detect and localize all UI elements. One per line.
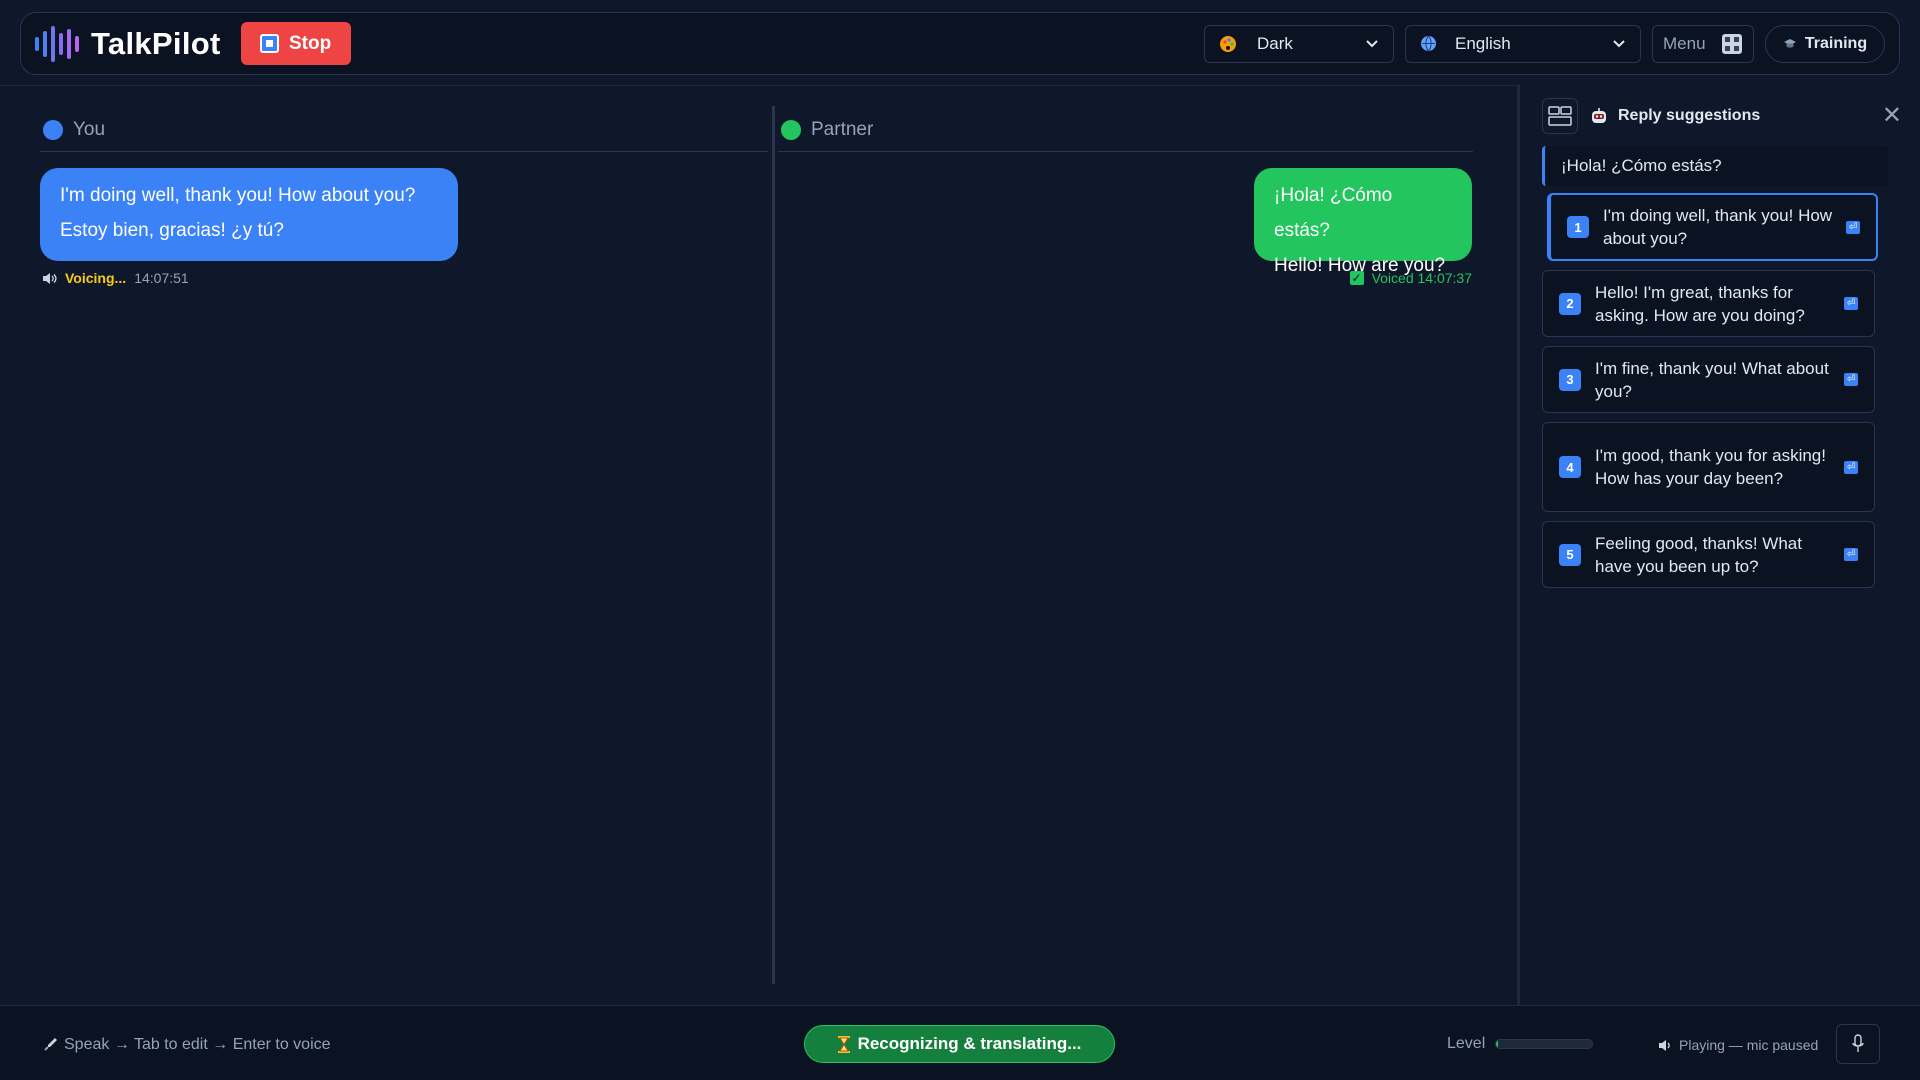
message-timestamp: 14:07:51 — [134, 270, 189, 286]
stop-icon — [259, 34, 279, 53]
keyboard-hint: Speak → Tab to edit → Enter to voice — [44, 1036, 331, 1054]
microphone-icon — [44, 1038, 57, 1051]
globe-icon — [1421, 35, 1436, 52]
suggestion-item[interactable]: 4 I'm good, thank you for asking! How ha… — [1542, 422, 1875, 512]
microphone-icon — [1852, 1034, 1864, 1052]
suggestion-item[interactable]: 5 Feeling good, thanks! What have you be… — [1542, 521, 1875, 588]
return-icon[interactable]: ⏎ — [1844, 373, 1858, 386]
palette-icon — [1220, 35, 1236, 52]
playback-status-text: Playing — mic paused — [1679, 1037, 1819, 1053]
suggestion-number: 2 — [1559, 292, 1581, 315]
suggestion-text: Feeling good, thanks! What have you been… — [1595, 533, 1802, 576]
reply-suggestions-panel: Reply suggestions ✕ ¡Hola! ¿Cómo estás? … — [1517, 85, 1920, 1005]
you-message-meta: Voicing... 14:07:51 — [42, 270, 189, 286]
partner-label: Partner — [811, 118, 874, 140]
recognition-status: Recognizing & translating... — [804, 1025, 1115, 1063]
language-value: English — [1455, 33, 1511, 53]
suggestion-number: 3 — [1559, 368, 1581, 391]
return-icon[interactable]: ⏎ — [1844, 548, 1858, 561]
mic-toggle-button[interactable] — [1836, 1024, 1880, 1064]
theme-select[interactable]: Dark — [1204, 24, 1394, 63]
menu-label: Menu — [1663, 33, 1706, 53]
partner-message-original: ¡Hola! ¿Cómo estás? — [1274, 185, 1393, 241]
suggestion-text: I'm good, thank you for asking! How has … — [1595, 446, 1826, 488]
voiced-status: Voiced 14:07:37 — [1371, 270, 1472, 286]
suggestion-text: I'm doing well, thank you! How about you… — [1603, 206, 1833, 248]
partner-pane-header: Partner — [778, 108, 1473, 152]
layout-toggle-button[interactable] — [1542, 98, 1578, 134]
return-icon[interactable]: ⏎ — [1846, 220, 1860, 234]
partner-message-meta: ✓ Voiced 14:07:37 — [1349, 270, 1472, 286]
robot-icon — [1592, 108, 1606, 123]
return-icon[interactable]: ⏎ — [1844, 460, 1858, 474]
level-label: Level — [1447, 1035, 1486, 1052]
suggestion-text: Hello! I'm great, thanks for asking. How… — [1595, 282, 1805, 325]
menu-button[interactable]: Menu — [1652, 24, 1754, 63]
check-icon: ✓ — [1349, 271, 1364, 285]
hourglass-icon — [837, 1035, 850, 1053]
panel-header: Reply suggestions ✕ — [1542, 98, 1902, 134]
graduation-cap-icon — [1783, 38, 1796, 48]
close-icon[interactable]: ✕ — [1882, 104, 1902, 128]
partner-message-bubble[interactable]: ¡Hola! ¿Cómo estás? Hello! How are you? — [1254, 168, 1472, 276]
layout-icon — [1548, 106, 1572, 126]
header-divider — [0, 85, 1517, 86]
stop-button[interactable]: Stop — [240, 22, 351, 65]
suggestion-item[interactable]: 1 I'm doing well, thank you! How about y… — [1547, 193, 1878, 261]
you-label: You — [73, 118, 106, 140]
stop-label: Stop — [288, 32, 332, 54]
status-bar: Speak → Tab to edit → Enter to voice Rec… — [0, 1005, 1920, 1080]
suggestion-number: 5 — [1559, 543, 1581, 566]
you-message-original: Estoy bien, gracias! ¿y tú? — [60, 220, 284, 241]
playback-status: Playing — mic paused — [1658, 1037, 1818, 1053]
level-bar — [1495, 1039, 1594, 1049]
chevron-down-icon — [1613, 39, 1625, 47]
suggestion-number: 1 — [1567, 216, 1589, 238]
chevron-down-icon — [1366, 39, 1378, 47]
suggestion-number: 4 — [1559, 456, 1581, 478]
return-icon[interactable]: ⏎ — [1844, 297, 1858, 310]
language-select[interactable]: English — [1405, 24, 1641, 63]
speaker-icon — [1659, 1039, 1670, 1051]
recognition-status-text: Recognizing & translating... — [857, 1034, 1082, 1053]
you-message-translation: I'm doing well, thank you! How about you… — [60, 185, 416, 206]
level-fill — [1496, 1040, 1499, 1048]
speaker-icon — [43, 272, 57, 284]
theme-value: Dark — [1257, 33, 1293, 53]
suggestion-text: I'm fine, thank you! What about you? — [1595, 358, 1829, 401]
partner-status-dot — [781, 119, 801, 140]
suggestion-item[interactable]: 2 Hello! I'm great, thanks for asking. H… — [1542, 270, 1875, 337]
voicing-status: Voicing... — [65, 270, 127, 286]
you-message-bubble[interactable]: I'm doing well, thank you! How about you… — [40, 168, 458, 261]
waveform-icon — [35, 24, 79, 64]
app-logo: TalkPilot — [35, 24, 221, 64]
grid-icon — [1722, 33, 1742, 54]
app-name: TalkPilot — [91, 25, 221, 61]
you-pane-header: You — [40, 108, 768, 152]
you-status-dot — [43, 119, 63, 140]
hint-text: Speak → Tab to edit → Enter to voice — [64, 1036, 331, 1053]
pane-divider — [772, 106, 775, 984]
suggestion-item[interactable]: 3 I'm fine, thank you! What about you? ⏎ — [1542, 346, 1875, 413]
suggestion-source-text: ¡Hola! ¿Cómo estás? — [1542, 146, 1888, 186]
top-bar: TalkPilot Stop Dark English Menu Trainin… — [20, 12, 1900, 75]
training-button[interactable]: Training — [1765, 24, 1885, 63]
audio-level-meter: Level — [1447, 1035, 1594, 1053]
panel-title: Reply suggestions — [1618, 107, 1761, 124]
training-label: Training — [1804, 34, 1868, 52]
